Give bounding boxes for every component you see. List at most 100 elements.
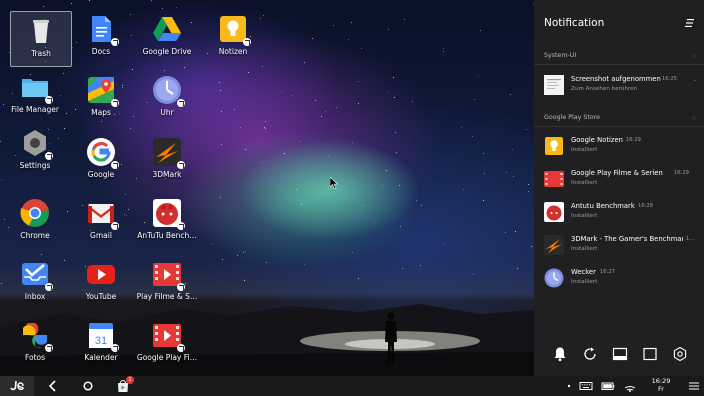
desktop-icon-google-drive[interactable]: Google Drive (136, 10, 198, 66)
star (130, 128, 131, 129)
desktop-icon-fotos[interactable]: Fotos (4, 316, 66, 372)
keyboard-icon[interactable] (578, 378, 594, 394)
star (248, 72, 249, 73)
calendar-day-number: 31 (95, 335, 107, 347)
desktop-icon-3dmark[interactable]: 3DMark (136, 133, 198, 189)
rotate-icon[interactable] (582, 346, 598, 362)
star (351, 22, 352, 23)
desktop-icon-label: Maps (91, 108, 111, 117)
star (284, 153, 285, 154)
google-icon (86, 137, 119, 169)
star (315, 100, 316, 101)
star (420, 265, 421, 266)
desktop-icon-chrome[interactable]: Chrome (4, 194, 66, 250)
inbox-icon (20, 259, 53, 291)
home-icon[interactable] (80, 378, 96, 394)
antutu-icon (544, 202, 564, 222)
star (133, 116, 134, 117)
desktop-icon-google-play-filme[interactable]: Google Play Fi… (136, 316, 198, 372)
notification-item[interactable]: Google Play Filme & Serien 16:29 Install… (534, 163, 704, 196)
notification-menu-icon[interactable] (686, 378, 702, 394)
star (266, 262, 267, 263)
fullscreen-icon[interactable] (642, 346, 658, 362)
desktop-icon-inbox[interactable]: Inbox (4, 255, 66, 311)
start-button[interactable] (0, 376, 34, 396)
star (358, 278, 359, 279)
notification-expand-icon[interactable]: ⌄ (693, 77, 697, 83)
desktop-icon-gmail[interactable]: Gmail (70, 194, 132, 250)
clock-time: 16:29 (651, 377, 671, 385)
star (478, 76, 479, 77)
notification-subtitle: Installiert (571, 180, 598, 186)
antutu-icon (152, 198, 185, 230)
back-icon[interactable] (45, 378, 61, 394)
star (528, 191, 529, 192)
notification-panel: Notification System-UI Screenshot aufgen… (534, 0, 704, 376)
taskbar-clock[interactable]: 16:29 Fr (646, 377, 676, 393)
notifications-icon[interactable] (552, 346, 568, 362)
desktop-icon-label: Docs (91, 47, 111, 56)
star (483, 153, 484, 154)
notification-item[interactable]: 3DMark - The Gamer's Benchmark 1… Instal… (534, 229, 704, 262)
settings-icon[interactable] (672, 346, 688, 362)
star (220, 197, 221, 198)
star (396, 152, 397, 153)
chrome-icon (20, 198, 50, 228)
star (321, 116, 322, 117)
battery-icon[interactable] (600, 378, 616, 394)
desktop-icon-docs[interactable]: Docs (70, 10, 132, 66)
trash-icon (26, 16, 56, 46)
calendar-icon: 31 (86, 320, 119, 352)
star (395, 132, 396, 133)
star (265, 128, 266, 129)
desktop-icon-maps[interactable]: Maps (70, 71, 132, 127)
star (43, 6, 44, 7)
notification-title: Google Notizen (571, 136, 623, 144)
screenshot-icon[interactable] (612, 346, 628, 362)
star (325, 111, 326, 112)
settings-icon (20, 128, 53, 160)
desktop-icon-file-manager[interactable]: File Manager (4, 68, 66, 124)
notification-item[interactable]: Google Notizen 16:29 Installiert (534, 130, 704, 163)
taskbar: 1 16:29 Fr (0, 376, 704, 396)
star (510, 94, 511, 95)
star (483, 200, 484, 201)
3dmark-icon (152, 137, 185, 169)
gmail-icon (86, 198, 119, 230)
notification-title: 3DMark - The Gamer's Benchmark (571, 235, 683, 243)
desktop-icon-google[interactable]: Google (70, 133, 132, 189)
wifi-icon[interactable] (622, 378, 638, 394)
wallpaper-person (385, 312, 397, 364)
dot-icon[interactable] (561, 378, 577, 394)
star (333, 25, 334, 26)
notification-item[interactable]: Screenshot aufgenommen 16:25 Zum Ansehen… (534, 69, 704, 102)
star (528, 184, 529, 185)
star (281, 91, 282, 92)
star (412, 101, 413, 102)
desktop-icon-kalender[interactable]: 31 Kalender (70, 316, 132, 372)
star (245, 251, 246, 252)
notification-item[interactable]: Wecker 16:27 Installiert (534, 262, 704, 295)
star (404, 19, 405, 20)
notification-panel-title: Notification (544, 17, 605, 29)
notification-title: Antutu Benchmark (571, 202, 635, 210)
desktop-icon-play-filme[interactable]: Play Filme & S… (136, 255, 198, 311)
clear-all-icon[interactable] (685, 19, 694, 27)
desktop-icon-label: Inbox (24, 292, 46, 301)
notification-item[interactable]: Antutu Benchmark 16:28 Installiert (534, 196, 704, 229)
desktop-icon-label: Google Play Fi… (136, 353, 198, 362)
desktop-icon-label: Notizen (218, 47, 248, 56)
star (328, 156, 329, 157)
desktop-icon-settings[interactable]: Settings (4, 124, 66, 180)
desktop-icon-notizen[interactable]: Notizen (202, 10, 264, 66)
desktop-icon-trash[interactable]: Trash (10, 11, 72, 67)
notification-subtitle: Installiert (571, 147, 598, 153)
desktop-icon-uhr[interactable]: Uhr (136, 71, 198, 127)
star (443, 48, 444, 49)
desktop-icon-antutu[interactable]: AnTuTu Bench… (136, 194, 198, 250)
notification-subtitle: Installiert (571, 213, 598, 219)
star (352, 142, 353, 143)
notification-time: 1… (686, 236, 695, 242)
desktop-icon-youtube[interactable]: YouTube (70, 255, 132, 311)
divider (534, 126, 704, 127)
